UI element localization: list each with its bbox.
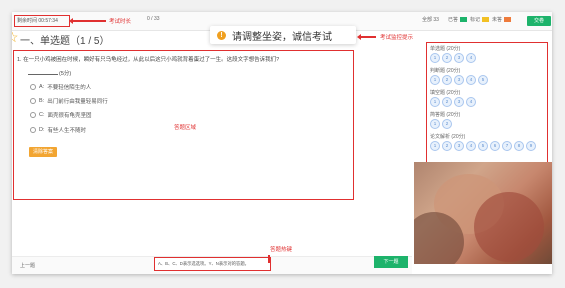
- camera-blur-region: [474, 192, 544, 262]
- question-nav-button[interactable]: 2: [442, 119, 452, 129]
- option-b[interactable]: B: 出门前行由我量轻易同行: [30, 97, 108, 105]
- question-nav-button[interactable]: 3: [454, 53, 464, 63]
- question-nav-button[interactable]: 2: [442, 75, 452, 85]
- option-b-letter: B:: [39, 98, 45, 104]
- question-score: (5分): [59, 71, 72, 77]
- legend-all-label: 全部 33: [422, 17, 439, 23]
- blank-line: [28, 74, 58, 75]
- option-c[interactable]: C: 面壳很有龟壳坚固: [30, 111, 92, 119]
- option-c-letter: C:: [39, 112, 45, 118]
- radio-icon[interactable]: [30, 84, 36, 90]
- radio-icon[interactable]: [30, 98, 36, 104]
- exam-window: 剩余时间 00:57:34 考试时长 0 / 33 全部 33 已答 标记 未答…: [12, 12, 552, 274]
- question-nav-button[interactable]: 5: [478, 75, 488, 85]
- question-nav-button[interactable]: 2: [442, 53, 452, 63]
- radio-icon[interactable]: [30, 127, 36, 133]
- annotation-hotkey: 答题热键: [270, 247, 293, 253]
- group-row-essay: 1 2 3 4 5 6 7 8 9: [430, 141, 536, 151]
- group-row-short-answer: 1 2: [430, 119, 452, 129]
- annotation-arrow-monitor: [357, 34, 376, 39]
- countdown-timer: 剩余时间 00:57:34: [14, 15, 70, 27]
- warning-icon: !: [217, 30, 226, 40]
- star-icon: ☆: [12, 29, 19, 45]
- question-nav-button[interactable]: 4: [466, 97, 476, 107]
- section-title: 一、单选题（1 / 5）: [20, 36, 110, 47]
- question-nav-button[interactable]: 1: [430, 141, 440, 151]
- legend-all: 全部 33: [422, 16, 439, 23]
- integrity-notice: ! 请调整坐姿，诚信考试: [210, 26, 356, 44]
- group-row-fill-blank: 1 2 3 4: [430, 97, 476, 107]
- answer-blank: (5分): [28, 69, 71, 77]
- submit-exam-button[interactable]: 交卷: [527, 16, 551, 26]
- annotation-arrow-timer: [69, 18, 106, 23]
- question-text: 1. 在一只小鸡被困在时候，瞬好有只乌龟经过，从此以后这只小鸡就背着蛋过了一生。…: [17, 57, 280, 63]
- question-nav-button[interactable]: 4: [466, 141, 476, 151]
- question-nav-button[interactable]: 3: [454, 141, 464, 151]
- option-a-text: 不要轻信陌生的人: [47, 85, 92, 91]
- annotation-arrow-hotkey: [268, 255, 270, 263]
- radio-icon[interactable]: [30, 112, 36, 118]
- question-nav-button[interactable]: 1: [430, 75, 440, 85]
- question-nav-button[interactable]: 4: [466, 53, 476, 63]
- group-row-true-false: 1 2 3 4 5: [430, 75, 488, 85]
- legend-unanswered: 未答: [492, 16, 512, 23]
- hotkey-hint: A、B、C、D表示选选项。Y、N表示对的答题。: [154, 257, 271, 271]
- integrity-notice-text: 请调整坐姿，诚信考试: [232, 31, 332, 43]
- camera-preview: [414, 162, 552, 264]
- question-progress: 0 / 33: [147, 16, 160, 22]
- question-nav-button[interactable]: 2: [442, 141, 452, 151]
- option-d[interactable]: D: 有些人生不随时: [30, 126, 86, 134]
- group-title-fill-blank: 填空题 (20分): [430, 90, 461, 96]
- legend-marked-label: 标记: [470, 17, 481, 23]
- question-nav-button[interactable]: 3: [454, 75, 464, 85]
- legend-answered: 已答: [448, 16, 468, 23]
- legend-marked: 标记: [470, 16, 490, 23]
- option-d-letter: D:: [39, 127, 45, 133]
- annotation-monitor-prompt: 考试监控提示: [380, 35, 414, 41]
- clear-answer-button[interactable]: 清除答案: [29, 147, 57, 157]
- option-d-text: 有些人生不随时: [47, 128, 87, 134]
- question-nav-button[interactable]: 9: [526, 141, 536, 151]
- question-nav-button[interactable]: 7: [502, 141, 512, 151]
- option-b-text: 出门前行由我量轻易同行: [47, 99, 108, 105]
- question-nav-button[interactable]: 4: [466, 75, 476, 85]
- option-c-text: 面壳很有龟壳坚固: [47, 113, 92, 119]
- question-nav-button[interactable]: 5: [478, 141, 488, 151]
- unanswered-swatch: [504, 17, 512, 22]
- question-nav-button[interactable]: 2: [442, 97, 452, 107]
- question-nav-button[interactable]: 1: [430, 119, 440, 129]
- question-nav-button[interactable]: 1: [430, 97, 440, 107]
- annotation-answer-area: 答题区域: [174, 125, 197, 131]
- question-nav-button[interactable]: 3: [454, 97, 464, 107]
- answered-swatch: [460, 17, 468, 22]
- group-row-single-choice: 1 2 3 4: [430, 53, 476, 63]
- question-nav-button[interactable]: 1: [430, 53, 440, 63]
- group-title-single-choice: 单选题 (20分): [430, 46, 461, 52]
- next-question-button[interactable]: 下一题: [374, 256, 408, 268]
- previous-question-button[interactable]: 上一题: [20, 262, 35, 269]
- group-title-short-answer: 简答题 (20分): [430, 112, 461, 118]
- group-title-true-false: 判断题 (20分): [430, 68, 461, 74]
- option-a[interactable]: A: 不要轻信陌生的人: [30, 83, 91, 91]
- legend-unanswered-label: 未答: [492, 17, 503, 23]
- legend-answered-label: 已答: [448, 17, 459, 23]
- option-a-letter: A:: [39, 84, 45, 90]
- marked-swatch: [482, 17, 490, 22]
- question-nav-button[interactable]: 6: [490, 141, 500, 151]
- annotation-exam-duration: 考试时长: [109, 19, 132, 25]
- question-nav-button[interactable]: 8: [514, 141, 524, 151]
- group-title-essay: 论文解析 (20分): [430, 134, 466, 140]
